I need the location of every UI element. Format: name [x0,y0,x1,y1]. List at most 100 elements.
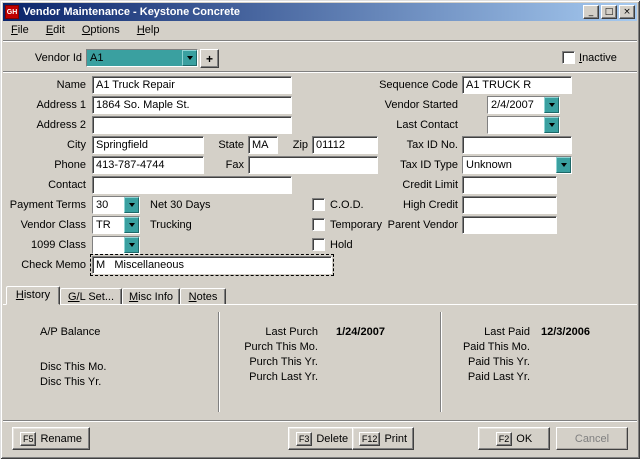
address2-label: Address 2 [36,119,86,131]
ap-balance-label: A/P Balance [40,326,101,338]
vendor-started-combo[interactable] [487,96,560,114]
state-label: State [218,139,244,151]
vendor-started-value[interactable] [488,97,544,113]
vendor-class-dropdown-icon[interactable] [124,217,139,233]
minimize-icon[interactable]: _ [583,5,599,19]
rename-keycap: F5 [19,431,37,446]
high-credit-field[interactable] [462,196,557,214]
credit-limit-label: Credit Limit [402,179,458,191]
tab-panel-top-edge [3,304,637,305]
tax-id-type-combo[interactable] [462,156,572,174]
ok-keycap: F2 [495,431,513,446]
last-contact-dropdown-icon[interactable] [544,117,559,133]
tab-notes[interactable]: Notes [180,288,226,305]
last-paid-value: 12/3/2006 [541,326,590,338]
payment-terms-value[interactable] [93,197,124,213]
class-1099-dropdown-icon[interactable] [124,237,139,253]
last-purch-value: 1/24/2007 [336,326,385,338]
print-button-label: Print [384,432,408,445]
fax-field[interactable] [248,156,378,174]
tax-id-no-label: Tax ID No. [406,139,458,151]
sequence-code-field[interactable] [462,76,572,94]
menu-bar: File Edit Options Help [4,22,636,40]
vendor-id-dropdown-icon[interactable] [182,50,197,66]
hold-checkbox[interactable] [312,238,325,251]
inactive-label: Inactive [579,52,617,64]
name-field[interactable] [92,76,292,94]
tax-id-type-value[interactable] [463,157,556,173]
phone-field[interactable] [92,156,204,174]
vendor-class-description: Trucking [150,219,192,231]
fax-label: Fax [225,159,244,171]
city-field[interactable] [92,136,204,154]
vendor-class-combo[interactable] [92,216,140,234]
inactive-checkbox[interactable] [562,51,575,64]
tax-id-type-dropdown-icon[interactable] [556,157,571,173]
check-memo-field[interactable] [90,254,334,276]
tab-misc-info[interactable]: Misc Info [122,288,180,305]
last-contact-value[interactable] [488,117,544,133]
menu-options[interactable]: Options [75,22,127,39]
tab-history[interactable]: History [6,286,60,305]
state-field[interactable] [248,136,278,154]
print-keycap: F12 [358,431,381,446]
purch-this-yr-label: Purch This Yr. [249,356,318,368]
last-contact-label: Last Contact [396,119,458,131]
menu-file[interactable]: File [4,22,36,39]
last-contact-combo[interactable] [487,116,560,134]
name-label: Name [56,79,86,91]
purch-last-yr-label: Purch Last Yr. [249,371,318,383]
payment-terms-description: Net 30 Days [150,199,211,211]
address2-field[interactable] [92,116,292,134]
city-label: City [67,139,86,151]
close-icon[interactable]: × [619,5,635,19]
vendor-id-value[interactable] [87,50,182,66]
payment-terms-combo[interactable] [92,196,140,214]
print-button[interactable]: F12 Print [352,427,414,450]
delete-button[interactable]: F3 Delete [288,427,356,450]
cod-label: C.O.D. [330,199,364,211]
cancel-button-label: Cancel [574,432,610,445]
parent-vendor-field[interactable] [462,216,557,234]
payment-terms-label: Payment Terms [9,199,86,211]
check-memo-label: Check Memo [21,259,86,271]
menu-help[interactable]: Help [130,22,167,39]
contact-field[interactable] [92,176,292,194]
credit-limit-field[interactable] [462,176,557,194]
address1-field[interactable] [92,96,292,114]
app-icon: GH [5,5,19,19]
payment-terms-dropdown-icon[interactable] [124,197,139,213]
disc-this-mo-label: Disc This Mo. [40,361,107,373]
menu-edit[interactable]: Edit [39,22,72,39]
last-paid-label: Last Paid [484,326,530,338]
vendor-started-label: Vendor Started [384,99,458,111]
paid-last-yr-label: Paid Last Yr. [467,371,530,383]
disc-this-yr-label: Disc This Yr. [40,376,102,388]
high-credit-label: High Credit [402,199,458,211]
tab-gl-set[interactable]: G/L Set... [60,288,122,305]
vendor-id-combo[interactable] [86,49,198,67]
tax-id-no-field[interactable] [462,136,572,154]
cod-checkbox[interactable] [312,198,325,211]
vendor-started-dropdown-icon[interactable] [544,97,559,113]
paid-this-mo-label: Paid This Mo. [462,341,530,353]
history-divider-1 [218,312,220,412]
vendor-class-value[interactable] [93,217,124,233]
sequence-code-label: Sequence Code [379,79,458,91]
ok-button[interactable]: F2 OK [478,427,550,450]
maximize-icon[interactable]: □ [601,5,617,19]
class-1099-value[interactable] [93,237,124,253]
parent-vendor-label: Parent Vendor [387,219,458,231]
add-vendor-button[interactable]: + [200,49,219,68]
address1-label: Address 1 [36,99,86,111]
rename-button[interactable]: F5 Rename [12,427,90,450]
ok-button-label: OK [516,432,533,445]
tax-id-type-label: Tax ID Type [400,159,458,171]
zip-label: Zip [292,139,308,151]
phone-label: Phone [54,159,86,171]
title-bar[interactable]: GH Vendor Maintenance - Keystone Concret… [3,3,637,21]
temporary-checkbox[interactable] [312,218,325,231]
class-1099-combo[interactable] [92,236,140,254]
menu-separator [3,40,637,42]
window-title: Vendor Maintenance - Keystone Concrete [23,6,240,18]
